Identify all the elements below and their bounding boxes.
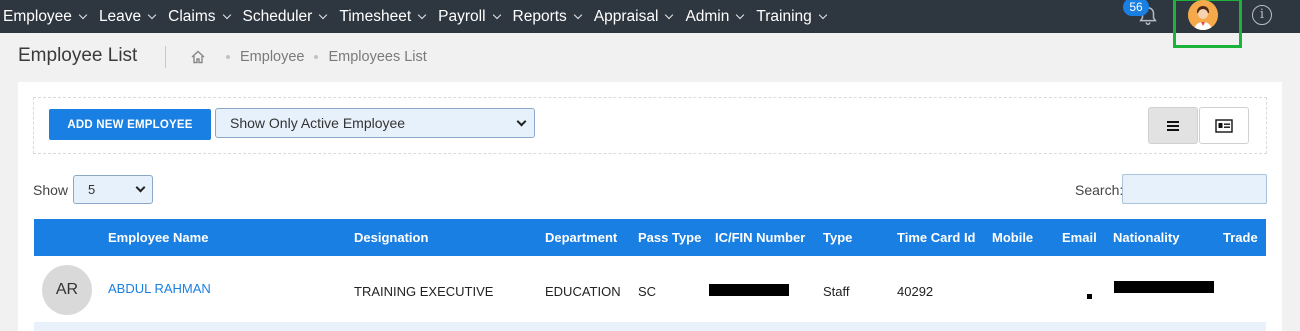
search-label: Search: [1075,182,1124,198]
notification-badge: 56 [1123,0,1149,16]
column-header[interactable]: Department [545,230,617,245]
show-label: Show [33,182,69,198]
employee-name-link[interactable]: ABDUL RAHMAN [108,281,211,296]
chevron-down-icon [319,10,328,19]
menu-reports[interactable]: Reports [512,7,583,26]
title-divider [165,46,166,68]
menu-label: Reports [512,7,567,25]
menu-timesheet[interactable]: Timesheet [339,7,427,26]
column-header[interactable]: Mobile [992,230,1033,245]
table-row [34,322,1266,331]
menu-training[interactable]: Training [756,7,828,26]
pass-type-cell: SC [638,284,657,299]
column-header[interactable]: Time Card Id [897,230,976,245]
menu-label: Training [756,7,812,25]
breadcrumb-employee[interactable]: Employee [240,49,304,65]
menu-label: Scheduler [242,7,313,25]
breadcrumb-separator [226,55,230,59]
page-size-select[interactable]: 5 [73,175,153,204]
card-view-button[interactable] [1199,107,1249,144]
menu-label: Employee [3,7,72,25]
menu-label: Admin [685,7,730,25]
column-header[interactable]: Trade [1223,230,1258,245]
menu-appraisal[interactable]: Appraisal [593,7,674,26]
column-header[interactable]: Employee Name [108,230,208,245]
chevron-down-icon [516,116,527,127]
chevron-down-icon [665,10,674,19]
list-icon [1167,120,1179,131]
designation-cell: TRAINING EXECUTIVE [354,284,494,299]
menu-claims[interactable]: Claims [168,7,231,26]
chevron-down-icon [78,10,88,19]
table-row: AR ABDUL RAHMAN TRAINING EXECUTIVE EDUCA… [34,256,1266,322]
chevron-down-icon [417,10,427,19]
menu-label: Claims [168,7,216,25]
chevron-down-icon [736,10,745,19]
menu-label: Leave [98,7,142,25]
chevron-down-icon [222,10,231,19]
menu-label: Payroll [438,7,486,25]
column-header[interactable]: Pass Type [638,230,701,245]
column-header[interactable]: Type [823,230,852,245]
page-title: Employee List [18,45,138,66]
menu-label: Appraisal [593,7,659,25]
chevron-down-icon [492,10,501,19]
employee-status-value: Show Only Active Employee [230,115,406,131]
breadcrumb-employees-list: Employees List [328,49,427,65]
menu-admin[interactable]: Admin [685,7,745,26]
menu-label: Timesheet [339,7,412,25]
page-size-value: 5 [88,182,96,197]
menu-leave[interactable]: Leave [98,7,157,26]
column-header[interactable]: Nationality [1113,230,1179,245]
user-avatar-icon [1188,0,1218,30]
list-view-button[interactable] [1148,107,1198,144]
id-card-icon [1215,118,1233,133]
column-header[interactable]: Email [1062,230,1097,245]
breadcrumb: Employee Employees List [190,49,427,65]
search-input[interactable] [1122,174,1267,204]
home-icon[interactable] [190,49,206,65]
department-cell: EDUCATION [545,284,621,299]
type-cell: Staff [823,284,850,299]
top-navbar: Employee Leave Claims Scheduler Timeshee… [0,0,1300,48]
chevron-down-icon [573,10,583,19]
redacted-email [1087,294,1092,299]
chevron-down-icon [818,10,828,19]
main-menu: Employee Leave Claims Scheduler Timeshee… [0,0,839,33]
menu-payroll[interactable]: Payroll [438,7,501,26]
chevron-down-icon [135,182,146,193]
chevron-down-icon [147,10,157,19]
menu-employee[interactable]: Employee [3,7,88,26]
redacted-nationality [1114,281,1214,293]
table-header: Employee Name Designation Department Pas… [34,219,1266,256]
employee-status-select[interactable]: Show Only Active Employee [215,108,535,138]
breadcrumb-separator [314,55,319,59]
column-header[interactable]: Designation [354,230,428,245]
avatar: AR [42,265,92,315]
menu-scheduler[interactable]: Scheduler [242,7,328,26]
redacted-ic-number [709,284,789,296]
time-card-id-cell: 40292 [897,284,934,299]
info-icon[interactable]: i [1252,5,1272,25]
add-new-employee-button[interactable]: ADD NEW EMPLOYEE [49,109,211,140]
user-avatar[interactable] [1188,0,1218,30]
column-header[interactable]: IC/FIN Number [715,230,805,245]
